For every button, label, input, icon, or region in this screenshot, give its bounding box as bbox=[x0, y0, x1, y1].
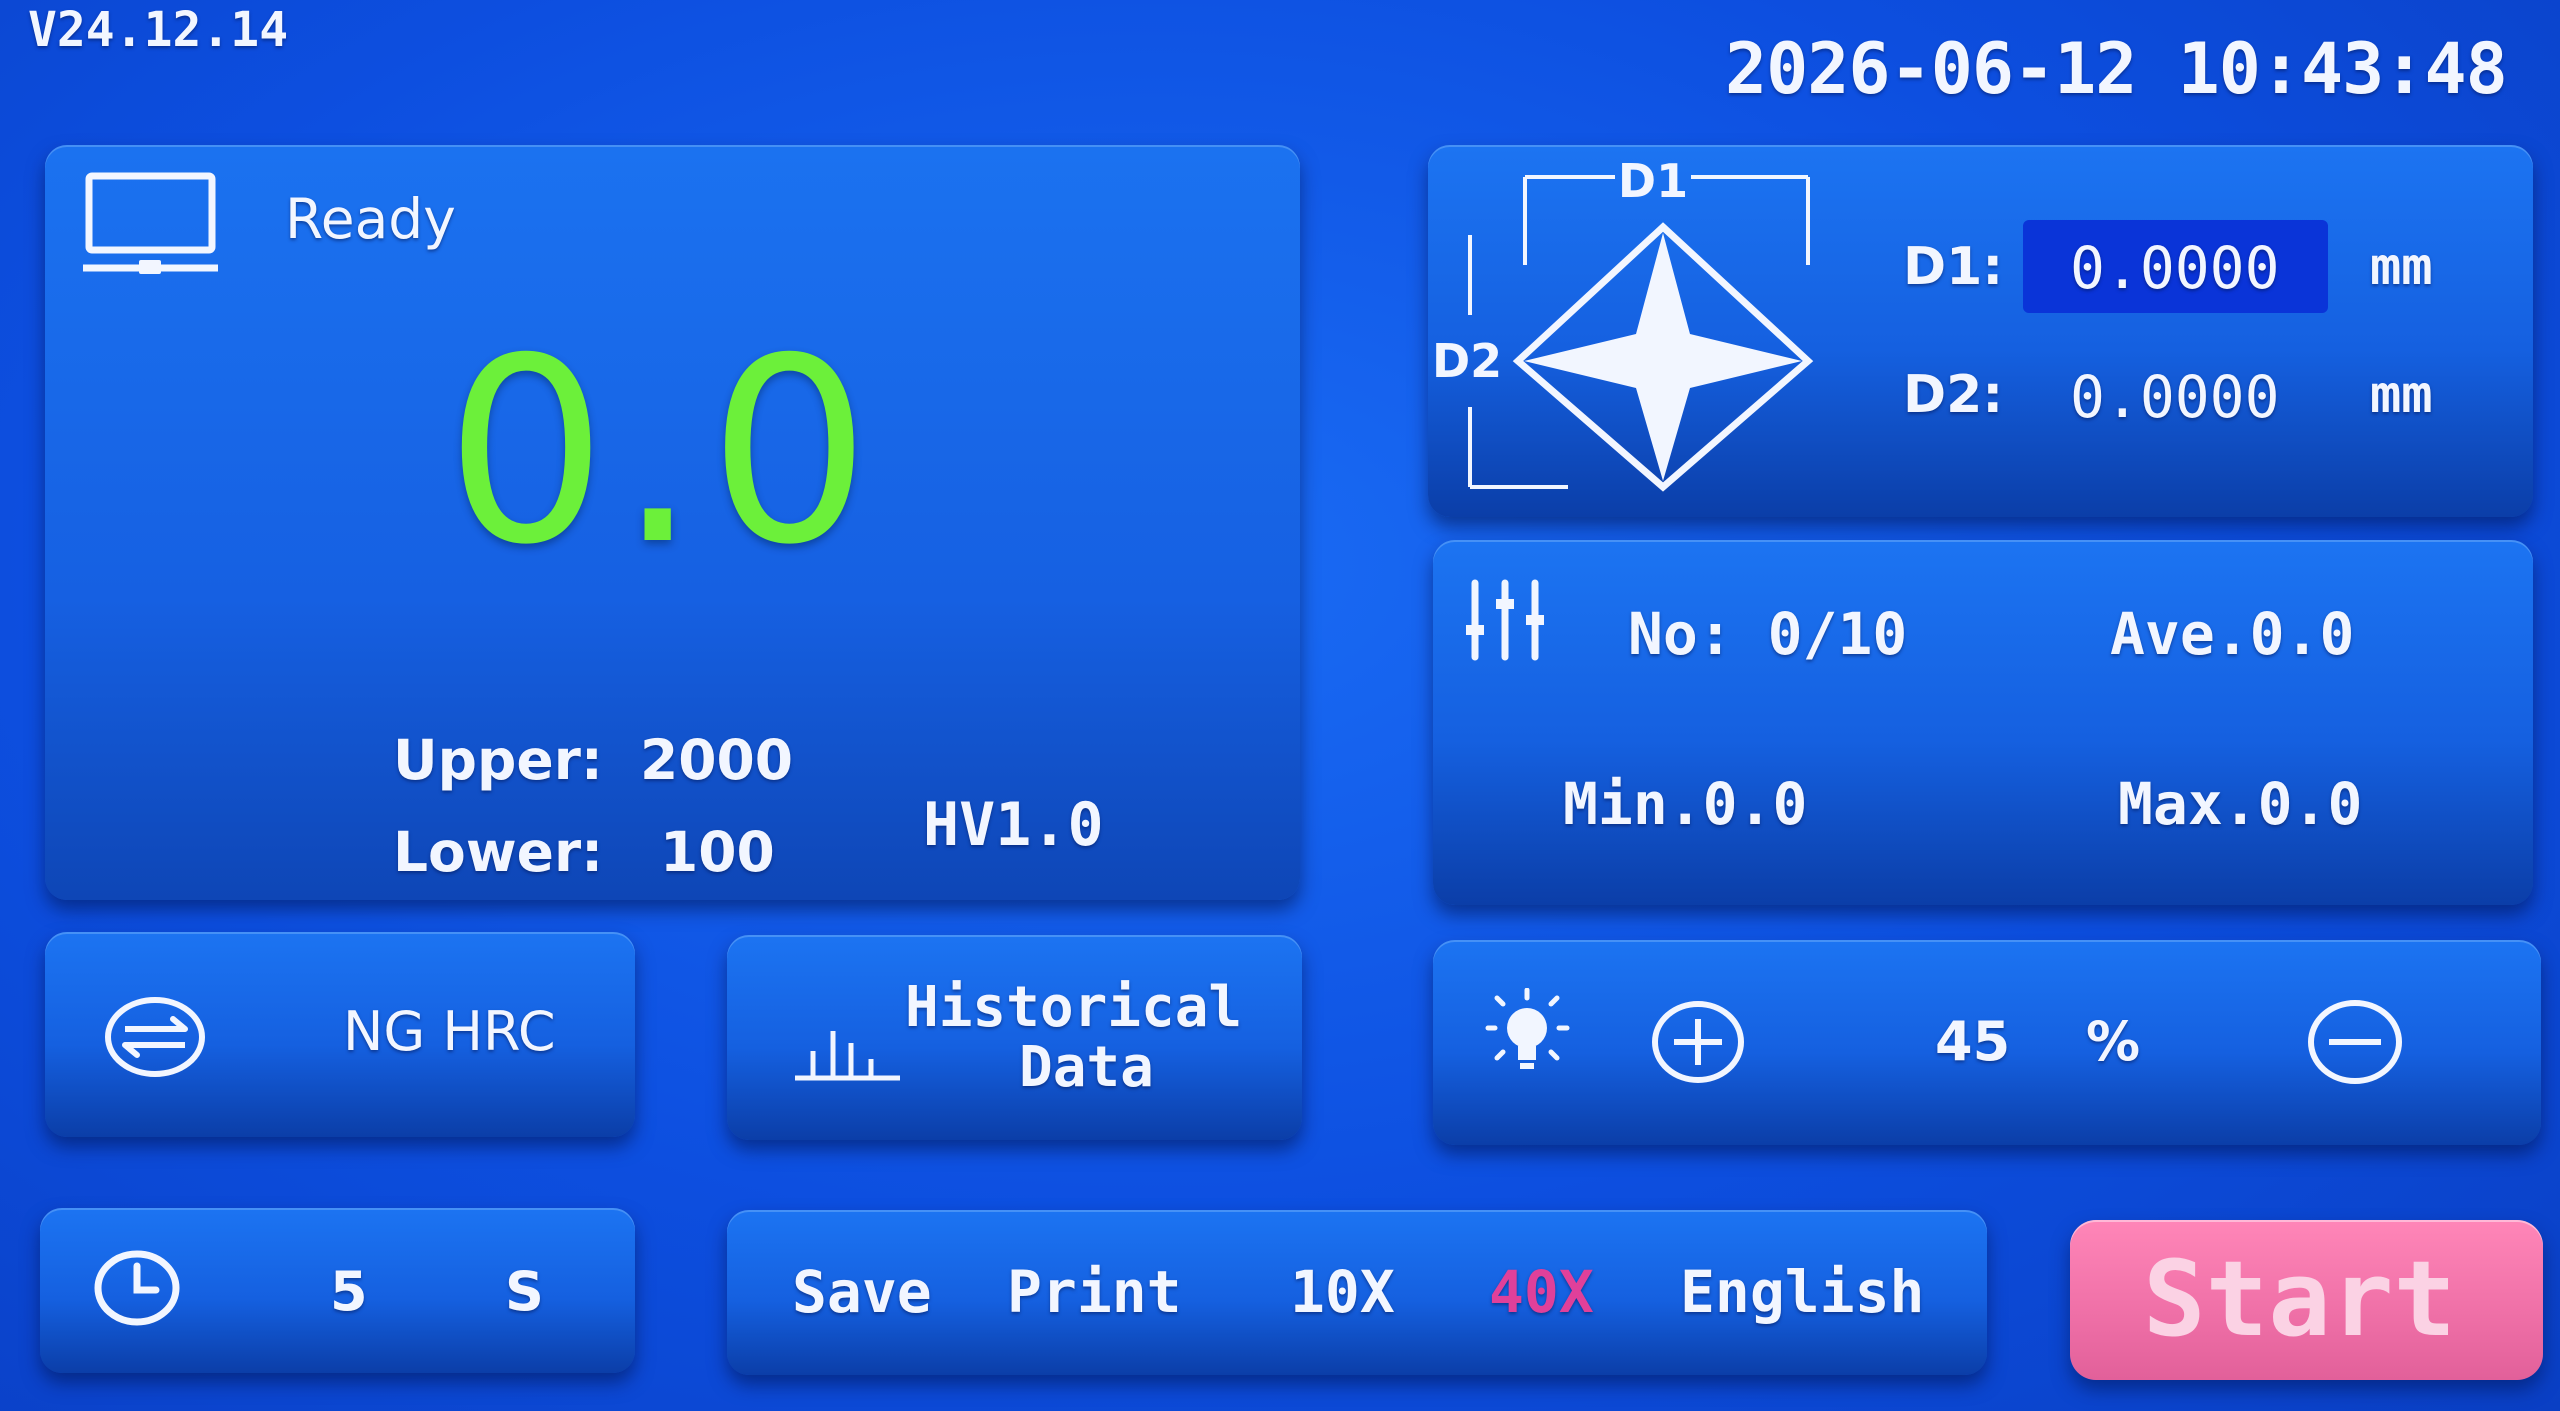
brightness-increase-button[interactable] bbox=[1650, 999, 1746, 1085]
monitor-icon bbox=[83, 170, 218, 280]
version-label: V24.12.14 bbox=[28, 2, 289, 58]
convert-hrc-label: NG HRC bbox=[343, 1000, 556, 1063]
datetime-display: 2026-06-12 10:43:48 bbox=[1725, 28, 2508, 110]
lower-limit-label: Lower: bbox=[393, 820, 604, 884]
historical-data-label-line2: Data bbox=[1019, 1035, 1154, 1100]
clock-icon bbox=[92, 1248, 182, 1328]
d2-unit: mm bbox=[2370, 365, 2433, 425]
diagram-d2-label: D2 bbox=[1432, 334, 1502, 388]
d1-value: 0.0000 bbox=[2070, 234, 2280, 302]
print-button[interactable]: Print bbox=[1007, 1258, 1182, 1326]
bottom-toolbar: Save Print 10X 40X English bbox=[727, 1210, 1987, 1375]
start-button[interactable]: Start bbox=[2070, 1220, 2543, 1380]
status-text: Ready bbox=[285, 187, 456, 251]
dwell-time-panel[interactable]: 5 S bbox=[40, 1208, 635, 1373]
average-value: Ave.0.0 bbox=[2110, 600, 2355, 668]
light-intensity-panel: 45 % bbox=[1433, 940, 2541, 1145]
status-panel: Ready 0.0 Upper: 2000 Lower: 100 HV1.0 bbox=[45, 145, 1300, 900]
hardness-reading: 0.0 bbox=[445, 304, 881, 601]
lens-40x-button[interactable]: 40X bbox=[1489, 1258, 1594, 1326]
maximum-value: Max.0.0 bbox=[2118, 770, 2363, 838]
historical-data-label-line1: Historical bbox=[905, 975, 1243, 1040]
diagonal-panel: D1 D2 D1: 0.0000 mm D2: 0.0000 mm bbox=[1428, 145, 2533, 517]
diagram-d1-label: D1 bbox=[1618, 154, 1688, 208]
statistics-panel: No: 0/10 Ave.0.0 Min.0.0 Max.0.0 bbox=[1433, 540, 2533, 905]
light-bulb-icon bbox=[1485, 988, 1570, 1083]
upper-limit-label: Upper: bbox=[393, 728, 603, 792]
save-button[interactable]: Save bbox=[792, 1258, 932, 1326]
brightness-value: 45 bbox=[1935, 1010, 2011, 1073]
convert-hrc-button[interactable]: NG HRC bbox=[45, 932, 635, 1137]
indentation-diagram-icon: D1 D2 bbox=[1428, 145, 1828, 517]
start-button-label: Start bbox=[2143, 1238, 2457, 1360]
bar-chart-icon bbox=[795, 1023, 900, 1083]
historical-data-button[interactable]: Historical Data bbox=[727, 935, 1302, 1140]
lower-limit-value: 100 bbox=[660, 820, 775, 884]
d1-value-field[interactable]: 0.0000 bbox=[2023, 220, 2328, 313]
d1-label: D1: bbox=[1903, 237, 2004, 297]
minimum-value: Min.0.0 bbox=[1563, 770, 1808, 838]
scale-label[interactable]: HV1.0 bbox=[923, 790, 1104, 860]
upper-limit-value: 2000 bbox=[640, 728, 794, 792]
brightness-unit: % bbox=[2086, 1010, 2141, 1073]
d2-label: D2: bbox=[1903, 365, 2004, 425]
brightness-decrease-button[interactable] bbox=[2305, 998, 2405, 1086]
d2-value: 0.0000 bbox=[2070, 363, 2280, 431]
sample-count: No: 0/10 bbox=[1628, 600, 1908, 668]
convert-arrows-icon bbox=[103, 995, 208, 1080]
dwell-time-unit: S bbox=[505, 1260, 544, 1323]
dwell-time-value: 5 bbox=[330, 1260, 368, 1323]
d1-unit: mm bbox=[2370, 237, 2433, 297]
lens-10x-button[interactable]: 10X bbox=[1290, 1258, 1395, 1326]
language-button[interactable]: English bbox=[1680, 1258, 1924, 1326]
sliders-icon[interactable] bbox=[1463, 575, 1548, 665]
